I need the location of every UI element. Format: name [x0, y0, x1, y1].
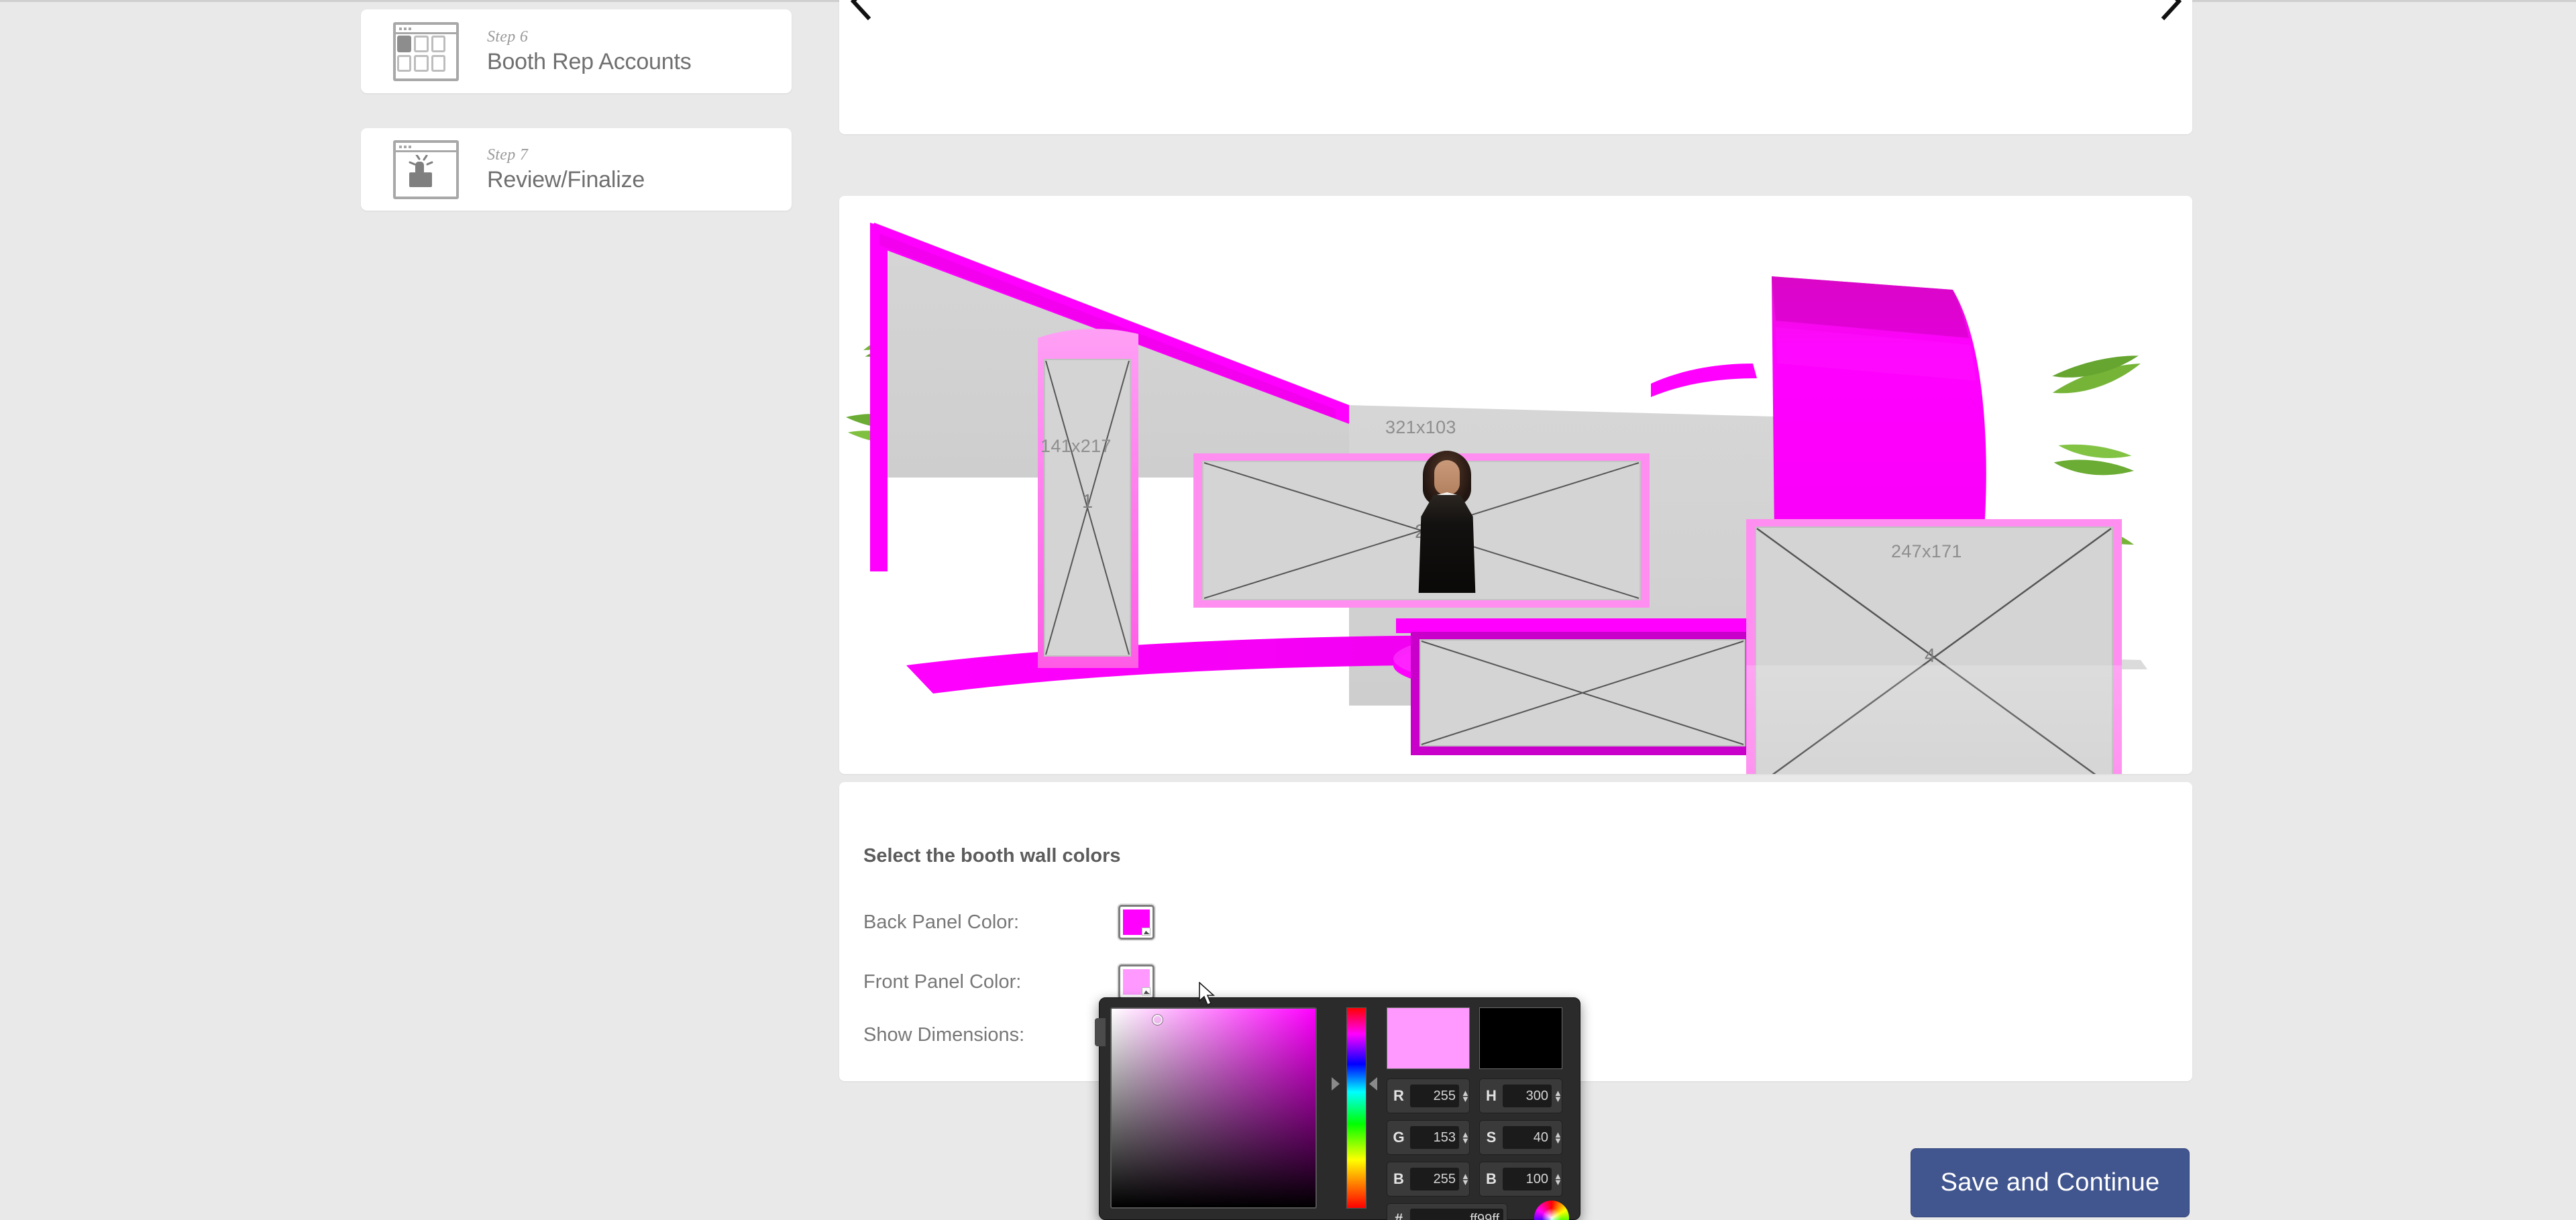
step-7-kicker: Step 7: [487, 146, 529, 164]
grid-window-icon: [389, 19, 464, 84]
panel-4-dimensions: 247x171: [1891, 541, 1962, 561]
field-red-value[interactable]: 255: [1410, 1085, 1459, 1107]
field-hue-value[interactable]: 300: [1503, 1085, 1552, 1107]
booth-preview-panel: 141x217 1 321x103 2 238x84 3 247x171 4: [839, 196, 2192, 774]
front-panel-color-label: Front Panel Color:: [863, 971, 1022, 993]
step-7-text: Step 7 Review/Finalize: [487, 146, 645, 193]
panel-1-dimensions: 141x217: [1040, 436, 1112, 456]
back-panel-color-label: Back Panel Color:: [863, 911, 1020, 933]
booth-template-carousel: [839, 0, 2192, 134]
panel-2-dimensions: 321x103: [1385, 417, 1456, 437]
field-hex[interactable]: # ff99ff: [1387, 1203, 1507, 1220]
carousel-track: [879, 0, 2154, 21]
chevron-left-icon[interactable]: [842, 0, 879, 21]
hue-marker-left-icon: [1332, 1077, 1340, 1091]
list-item[interactable]: [1729, 0, 1870, 21]
field-green-spinner[interactable]: ▲ ▼: [1461, 1130, 1470, 1145]
field-blue[interactable]: B 255 ▲ ▼: [1387, 1162, 1470, 1197]
list-item[interactable]: [1587, 0, 1729, 21]
field-brightness-value[interactable]: 100: [1503, 1168, 1552, 1190]
field-red-label: R: [1393, 1087, 1404, 1104]
form-row-back-panel-color: Back Panel Color:: [863, 905, 1155, 940]
panel-1-number: 1: [1082, 491, 1093, 512]
color-picker-popup[interactable]: R 255 ▲ ▼ H 300 ▲ ▼ G 153 ▲ ▼ S 40 ▲ ▼ B 255…: [1095, 997, 1580, 1220]
step-7-title: Review/Finalize: [487, 166, 645, 192]
field-hue-label: H: [1486, 1087, 1497, 1104]
sidebar-item-step-7[interactable]: Step 7 Review/Finalize: [361, 128, 792, 211]
back-panel-color-swatch[interactable]: [1118, 905, 1155, 940]
field-hex-value[interactable]: ff99ff: [1410, 1209, 1503, 1220]
field-red[interactable]: R 255 ▲ ▼: [1387, 1078, 1470, 1113]
app-root: Step 6 Booth Rep Accounts Step 7 Review/…: [0, 0, 2576, 1220]
field-hex-label: #: [1394, 1211, 1403, 1220]
field-saturation-spinner[interactable]: ▲ ▼: [1554, 1130, 1562, 1145]
step-6-kicker: Step 6: [487, 27, 529, 46]
list-item[interactable]: [1870, 0, 2012, 21]
hue-slider[interactable]: [1346, 1007, 1366, 1209]
saturation-value-area[interactable]: [1110, 1007, 1317, 1209]
list-item[interactable]: [1163, 0, 1304, 21]
save-and-continue-button[interactable]: Save and Continue: [1911, 1148, 2190, 1217]
picker-drag-handle[interactable]: [1095, 1018, 1106, 1046]
field-saturation-value[interactable]: 40: [1503, 1126, 1552, 1149]
booth-rep-figure: [1412, 451, 1482, 593]
field-blue-value[interactable]: 255: [1410, 1168, 1459, 1190]
field-green-value[interactable]: 153: [1410, 1126, 1459, 1149]
thumbs-up-window-icon: [389, 137, 464, 202]
picker-corner-icon: [1142, 928, 1150, 936]
booth-render-svg: [846, 223, 2147, 774]
list-item[interactable]: [879, 0, 1021, 21]
list-item[interactable]: [1304, 0, 1446, 21]
list-item[interactable]: [1446, 0, 1587, 21]
form-heading: Select the booth wall colors: [863, 845, 1121, 867]
field-brightness-spinner[interactable]: ▲ ▼: [1554, 1172, 1562, 1186]
field-green[interactable]: G 153 ▲ ▼: [1387, 1120, 1470, 1155]
field-brightness-label: B: [1486, 1170, 1497, 1187]
hue-marker-right-icon: [1369, 1077, 1377, 1091]
step-6-title: Booth Rep Accounts: [487, 48, 692, 74]
field-green-label: G: [1393, 1129, 1405, 1146]
front-panel-color-swatch[interactable]: [1118, 964, 1155, 999]
field-hue[interactable]: H 300 ▲ ▼: [1479, 1078, 1562, 1113]
color-preview-new[interactable]: [1387, 1007, 1470, 1069]
color-wheel-icon[interactable]: [1534, 1201, 1569, 1220]
color-preview-old[interactable]: [1479, 1007, 1562, 1069]
list-item[interactable]: [2012, 0, 2153, 21]
field-saturation[interactable]: S 40 ▲ ▼: [1479, 1120, 1562, 1155]
panel-4-number: 4: [1925, 645, 1936, 667]
sidebar-item-step-6[interactable]: Step 6 Booth Rep Accounts: [361, 9, 792, 93]
booth-3d-render[interactable]: 141x217 1 321x103 2 238x84 3 247x171 4: [839, 196, 2192, 774]
saturation-value-cursor[interactable]: [1152, 1015, 1163, 1025]
field-blue-spinner[interactable]: ▲ ▼: [1461, 1172, 1470, 1186]
field-saturation-label: S: [1486, 1129, 1497, 1146]
picker-corner-icon: [1142, 987, 1150, 995]
mouse-cursor: [1199, 982, 1216, 1006]
field-hue-spinner[interactable]: ▲ ▼: [1554, 1089, 1562, 1103]
show-dimensions-label: Show Dimensions:: [863, 1024, 1025, 1046]
chevron-right-icon[interactable]: [2153, 0, 2190, 21]
field-red-spinner[interactable]: ▲ ▼: [1461, 1089, 1470, 1103]
step-6-text: Step 6 Booth Rep Accounts: [487, 28, 692, 75]
field-brightness[interactable]: B 100 ▲ ▼: [1479, 1162, 1562, 1197]
field-blue-label: B: [1393, 1170, 1404, 1187]
form-row-front-panel-color: Front Panel Color:: [863, 964, 1155, 999]
list-item[interactable]: [1021, 0, 1163, 21]
